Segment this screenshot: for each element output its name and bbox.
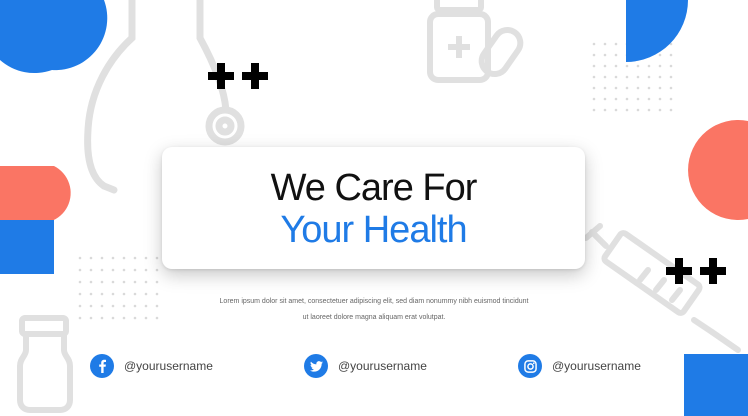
blue-square-left: [0, 220, 54, 274]
facebook-handle[interactable]: @yourusername: [124, 359, 213, 373]
body-text-line-2: ut laoreet dolore magna aliquam erat vol…: [302, 314, 446, 321]
instagram-handle[interactable]: @yourusername: [552, 359, 641, 373]
pill-bottle-icon: [17, 315, 73, 413]
plus-icon: [208, 63, 234, 89]
instagram-icon[interactable]: [518, 354, 542, 378]
plus-icon: [242, 63, 268, 89]
blue-circle-shape-top-left: [0, 0, 108, 74]
twitter-icon[interactable]: [304, 354, 328, 378]
headline-line-1: We Care For: [270, 167, 478, 209]
dot-grid-left: [78, 256, 159, 320]
coral-circle-right: [688, 120, 748, 220]
facebook-icon[interactable]: [90, 354, 114, 378]
blue-square-bottom-right: [684, 354, 748, 416]
body-text: Lorem ipsum dolor sit amet, consectetuer…: [180, 294, 568, 326]
plus-icon: [666, 258, 692, 284]
slide: We Care For Your Health Lorem ipsum dolo…: [0, 0, 748, 416]
plus-signs-top: [208, 63, 268, 89]
headline-line-2: Your Health: [280, 209, 467, 251]
social-twitter[interactable]: @yourusername: [304, 354, 427, 378]
plus-signs-right: [666, 258, 726, 284]
social-instagram[interactable]: @yourusername: [518, 354, 641, 378]
body-text-line-1: Lorem ipsum dolor sit amet, consectetuer…: [219, 298, 529, 305]
blue-quarter-shape-top-right: [626, 0, 688, 62]
medicine-bottle-icon: [427, 0, 524, 83]
headline-card: We Care For Your Health: [162, 147, 585, 269]
plus-icon: [700, 258, 726, 284]
twitter-handle[interactable]: @yourusername: [338, 359, 427, 373]
social-facebook[interactable]: @yourusername: [90, 354, 213, 378]
coral-shape-left: [0, 166, 71, 224]
syringe-icon: [583, 223, 741, 353]
